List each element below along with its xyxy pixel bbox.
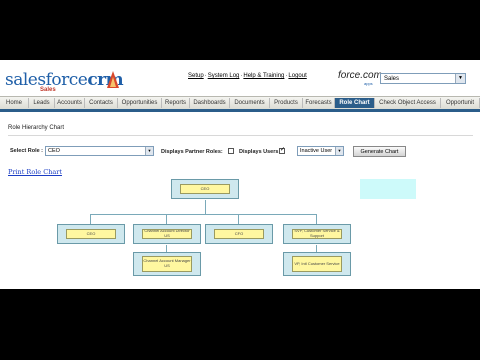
user-filter-dropdown[interactable]: Inactive User ▼ xyxy=(297,146,344,156)
tab-accounts[interactable]: Accounts xyxy=(55,98,85,108)
org-node[interactable]: SVP, Customer Service & Support xyxy=(283,224,351,244)
chevron-down-icon: ▼ xyxy=(335,147,343,155)
tab-bar: Home Leads Accounts Contacts Opportunities Re… xyxy=(0,96,480,112)
force-com-logo: force.com apps xyxy=(338,70,382,86)
logo-text: salesforcecrm xyxy=(5,70,124,90)
connector-line xyxy=(166,214,167,224)
connector-line xyxy=(90,214,91,224)
print-role-chart-link[interactable]: Print Role Chart xyxy=(8,168,62,176)
connector-line xyxy=(166,245,167,252)
display-users-checkbox[interactable] xyxy=(279,146,285,154)
page-title: Role Hierarchy Chart xyxy=(8,125,65,131)
highlight-box xyxy=(360,179,416,199)
select-role-label: Select Role : xyxy=(10,148,44,154)
tab-check-object-access[interactable]: Check Object Access xyxy=(375,98,441,108)
tab-opportunities[interactable]: Opportunities xyxy=(118,98,162,108)
tab-dashboards[interactable]: Dashboards xyxy=(190,98,230,108)
tab-products[interactable]: Products xyxy=(270,98,303,108)
system-log-link[interactable]: System Log xyxy=(208,73,240,79)
org-node[interactable]: VP, Intl Customer Service xyxy=(283,252,351,276)
logo-subtitle: Sales xyxy=(40,87,56,93)
browser-page: salesforcecrm Sales Setup·System Log·Hel… xyxy=(0,60,480,289)
flame-inner-icon xyxy=(110,77,116,87)
tab-contacts[interactable]: Contacts xyxy=(85,98,118,108)
tab-forecasts[interactable]: Forecasts xyxy=(303,98,335,108)
connector-line xyxy=(90,214,316,215)
connector-line xyxy=(316,214,317,224)
org-node-root[interactable]: CEO xyxy=(171,179,239,199)
help-training-link[interactable]: Help & Training xyxy=(243,73,284,79)
org-node[interactable]: CFO xyxy=(205,224,273,244)
divider xyxy=(8,135,473,136)
connector-line xyxy=(205,200,206,214)
select-role-dropdown[interactable]: CEO ▼ xyxy=(45,146,154,156)
org-node[interactable]: Channel Account Manager US xyxy=(133,252,201,276)
chevron-down-icon: ▼ xyxy=(145,147,153,155)
tab-opportunit[interactable]: Opportunit xyxy=(441,98,480,108)
partner-roles-label: Displays Partner Roles: xyxy=(161,149,223,155)
org-node[interactable]: Channel Account Director US xyxy=(133,224,201,244)
connector-line xyxy=(316,245,317,252)
chevron-down-icon: ▼ xyxy=(455,74,465,83)
logout-link[interactable]: Logout xyxy=(288,73,306,79)
app-selector[interactable]: Sales ▼ xyxy=(380,73,466,84)
tab-role-chart[interactable]: Role Chart xyxy=(335,98,375,108)
org-node[interactable]: CEO xyxy=(57,224,125,244)
tab-leads[interactable]: Leads xyxy=(29,98,55,108)
tab-home[interactable]: Home xyxy=(0,98,29,108)
display-users-label: Displays Users: xyxy=(239,149,281,155)
connector-line xyxy=(238,214,239,224)
generate-chart-button[interactable]: Generate Chart xyxy=(353,146,406,157)
header-links: Setup·System Log·Help & Training·Logout xyxy=(188,73,307,79)
partner-roles-checkbox[interactable] xyxy=(228,148,234,154)
tab-reports[interactable]: Reports xyxy=(162,98,190,108)
tab-documents[interactable]: Documents xyxy=(230,98,270,108)
setup-link[interactable]: Setup xyxy=(188,73,204,79)
